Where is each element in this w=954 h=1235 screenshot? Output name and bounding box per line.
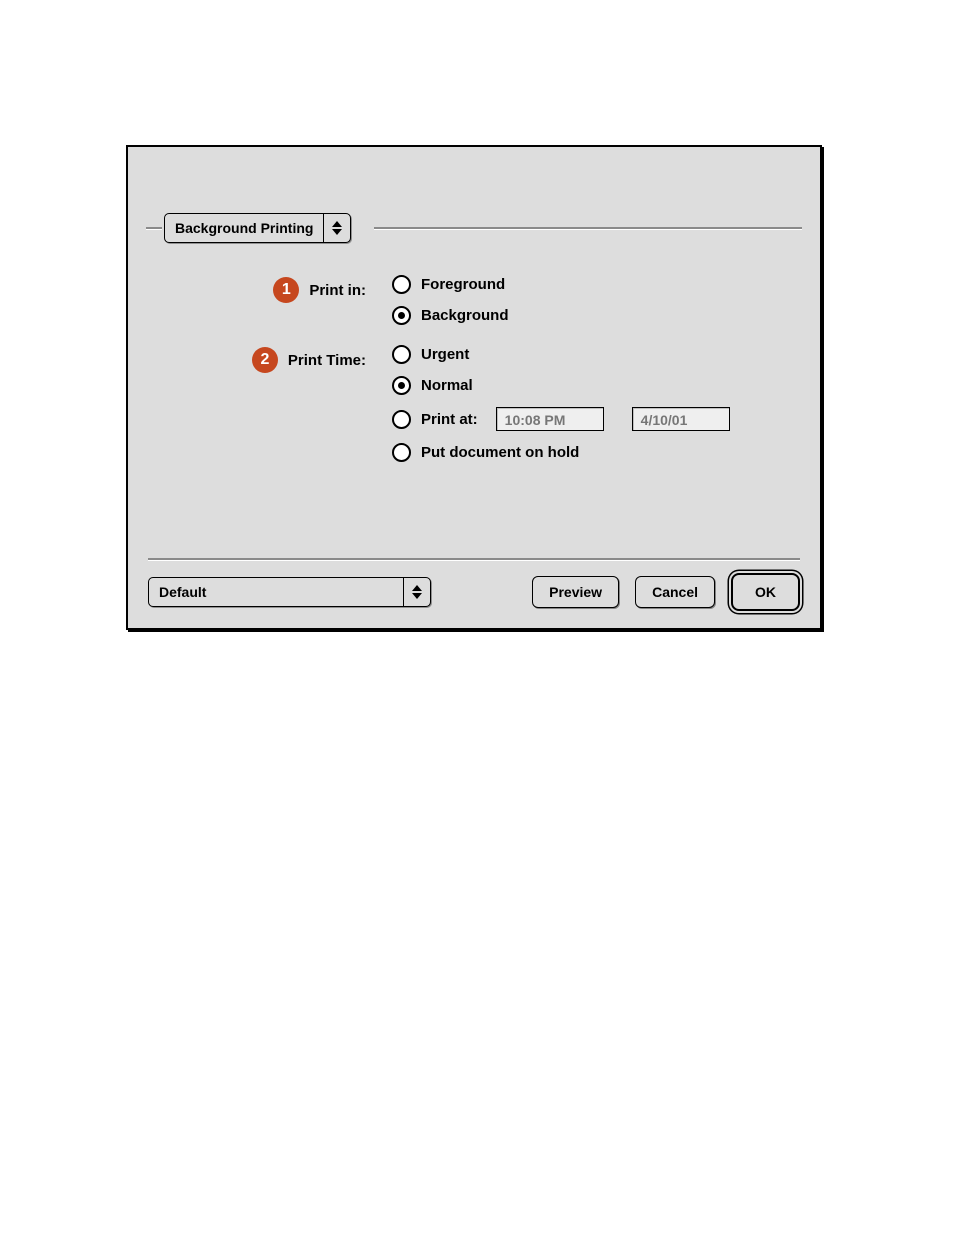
updown-arrows-icon: [323, 214, 350, 242]
radio-label: Normal: [421, 377, 473, 394]
label-print-time: Print Time:: [288, 352, 366, 369]
radio-label: Background: [421, 307, 509, 324]
button-label: OK: [755, 584, 776, 600]
radio-icon: [392, 376, 411, 395]
radio-option-background[interactable]: Background: [392, 306, 509, 325]
row-print-in: 1 Print in: Foreground Background: [192, 275, 796, 325]
saved-settings-popup[interactable]: Default: [148, 577, 431, 607]
panel-selector-popup[interactable]: Background Printing: [164, 213, 351, 243]
row-print-time: 2 Print Time: Urgent Normal Print at:: [192, 345, 796, 462]
button-label: Cancel: [652, 584, 698, 600]
radio-option-normal[interactable]: Normal: [392, 376, 730, 395]
print-dialog: Background Printing 1 Print in:: [126, 145, 822, 630]
button-label: Preview: [549, 584, 602, 600]
radio-option-print-at[interactable]: Print at: 10:08 PM 4/10/01: [392, 407, 730, 431]
updown-arrows-icon: [403, 578, 430, 606]
radio-label: Foreground: [421, 276, 505, 293]
divider: [148, 558, 800, 560]
preview-button[interactable]: Preview: [532, 576, 619, 608]
radio-icon: [392, 443, 411, 462]
radio-label: Urgent: [421, 346, 469, 363]
radio-icon: [392, 345, 411, 364]
label-print-in: Print in:: [309, 282, 366, 299]
radio-label: Put document on hold: [421, 444, 579, 461]
ok-button[interactable]: OK: [731, 573, 800, 611]
radio-option-hold[interactable]: Put document on hold: [392, 443, 730, 462]
print-at-date-field[interactable]: 4/10/01: [632, 407, 730, 431]
dialog-button-bar: Default Preview Cancel OK: [148, 574, 800, 610]
callout-badge-2: 2: [252, 347, 278, 373]
radio-option-urgent[interactable]: Urgent: [392, 345, 730, 364]
radio-icon: [392, 275, 411, 294]
radio-label: Print at:: [421, 411, 478, 428]
divider: [146, 227, 162, 229]
callout-badge-1: 1: [273, 277, 299, 303]
radio-icon: [392, 410, 411, 429]
panel-selector-value: Background Printing: [165, 214, 323, 242]
radio-icon: [392, 306, 411, 325]
divider: [374, 227, 802, 229]
radio-option-foreground[interactable]: Foreground: [392, 275, 509, 294]
cancel-button[interactable]: Cancel: [635, 576, 715, 608]
print-at-time-field[interactable]: 10:08 PM: [496, 407, 604, 431]
saved-settings-value: Default: [149, 578, 403, 606]
